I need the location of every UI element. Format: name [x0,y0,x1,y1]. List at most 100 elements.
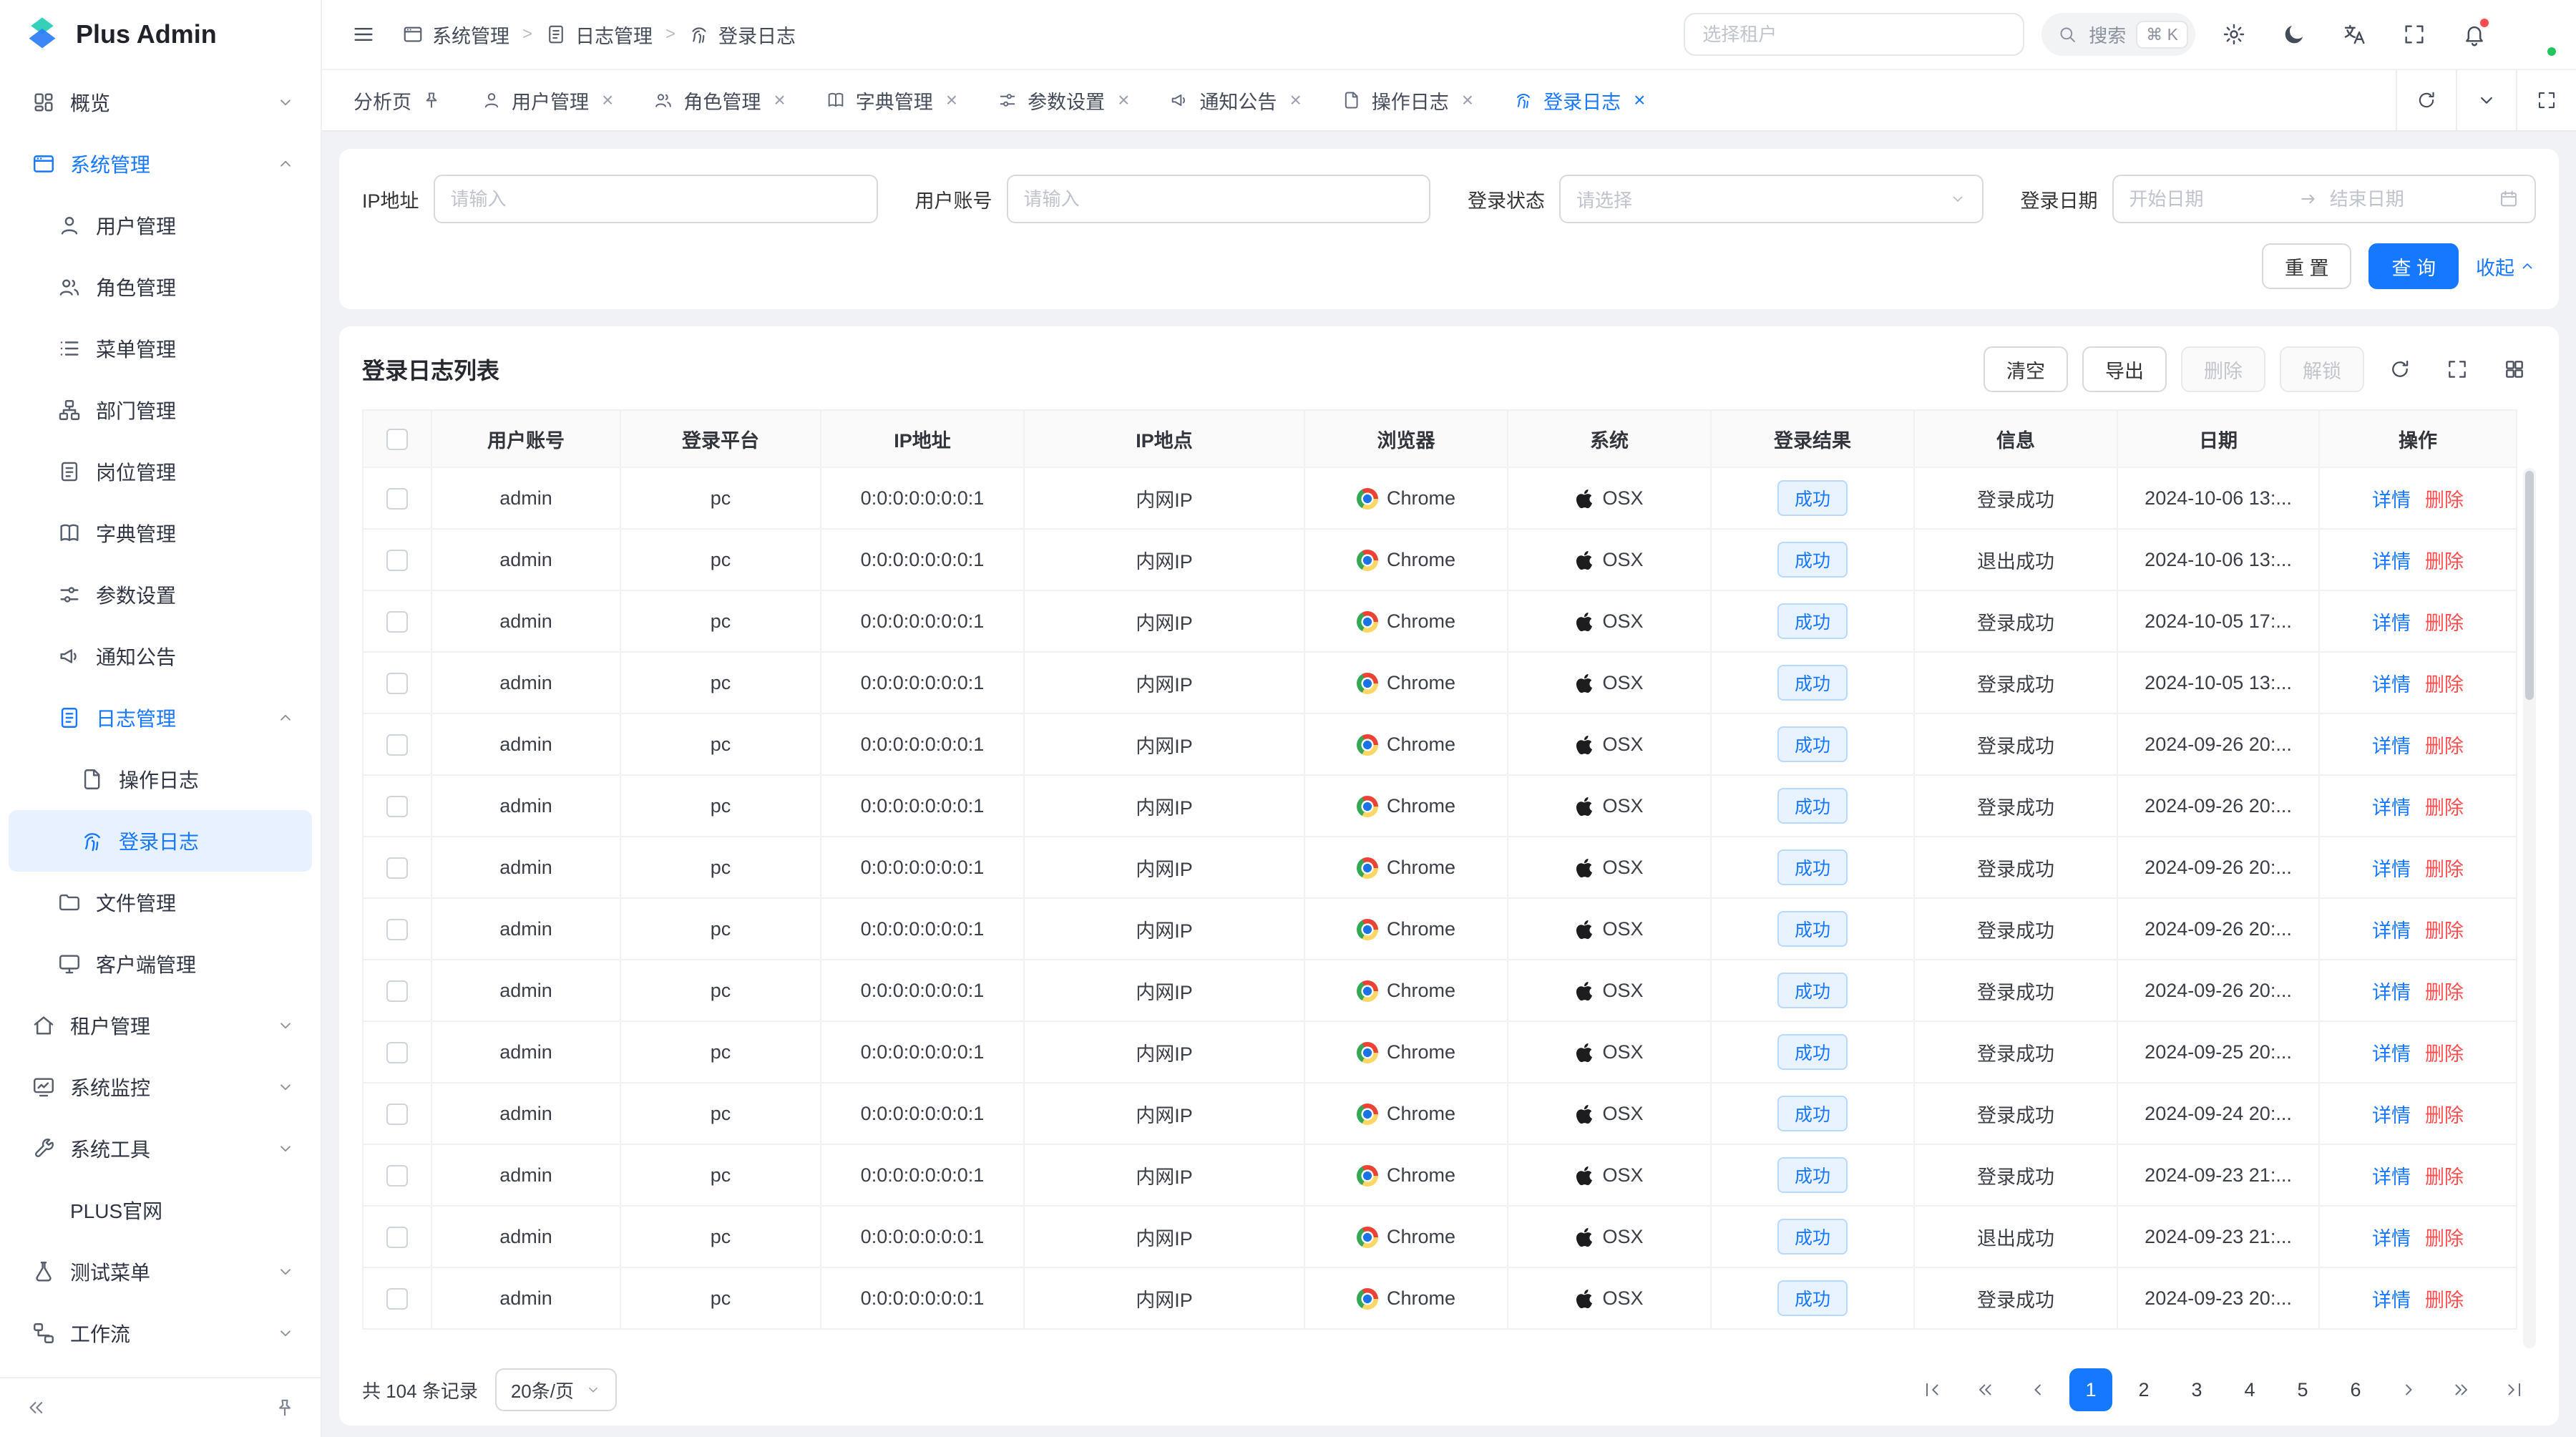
sidebar-item-5[interactable]: 部门管理 [9,379,312,441]
tab-3[interactable]: 字典管理× [806,70,977,130]
sidebar-item-9[interactable]: 通知公告 [9,625,312,687]
detail-link[interactable]: 详情 [2372,551,2411,573]
delete-link[interactable]: 删除 [2425,797,2464,819]
hamburger-icon[interactable] [342,13,385,56]
detail-link[interactable]: 详情 [2372,1166,2411,1188]
sidebar-item-11[interactable]: 操作日志 [9,749,312,810]
detail-link[interactable]: 详情 [2372,489,2411,511]
delete-link[interactable]: 删除 [2425,674,2464,696]
close-icon[interactable]: × [1118,90,1129,110]
delete-link[interactable]: 删除 [2425,1043,2464,1065]
delete-button[interactable]: 删除 [2181,346,2265,392]
delete-link[interactable]: 删除 [2425,982,2464,1003]
row-checkbox[interactable] [386,611,408,633]
delete-link[interactable]: 删除 [2425,1166,2464,1188]
sidebar-item-3[interactable]: 角色管理 [9,256,312,318]
row-checkbox[interactable] [386,673,408,694]
tab-4[interactable]: 参数设置× [977,70,1149,130]
unlock-button[interactable]: 解锁 [2280,346,2364,392]
detail-link[interactable]: 详情 [2372,1043,2411,1065]
ip-input[interactable] [434,175,878,223]
detail-link[interactable]: 详情 [2372,1228,2411,1250]
column-settings-grid-icon[interactable] [2493,348,2536,391]
close-icon[interactable]: × [1289,90,1301,110]
row-checkbox[interactable] [386,857,408,879]
row-checkbox[interactable] [386,796,408,817]
export-button[interactable]: 导出 [2082,346,2167,392]
reset-button[interactable]: 重 置 [2262,243,2352,289]
tabs-dropdown-chevron-icon[interactable] [2456,70,2516,130]
date-start-input[interactable] [2129,188,2287,210]
settings-gear-icon[interactable] [2212,13,2255,56]
row-checkbox[interactable] [386,1288,408,1310]
refresh-table-icon[interactable] [2379,348,2421,391]
delete-link[interactable]: 删除 [2425,1228,2464,1250]
delete-link[interactable]: 删除 [2425,1290,2464,1311]
sidebar-item-12[interactable]: 登录日志 [9,810,312,872]
fullscreen-icon[interactable] [2393,13,2436,56]
sidebar-item-19[interactable]: 测试菜单 [9,1241,312,1302]
close-icon[interactable]: × [946,90,957,110]
sidebar-item-14[interactable]: 客户端管理 [9,933,312,995]
detail-link[interactable]: 详情 [2372,797,2411,819]
user-avatar[interactable] [2513,13,2556,56]
close-icon[interactable]: × [774,90,785,110]
search-button[interactable]: 搜索 ⌘ K [2041,13,2195,56]
sidebar-item-8[interactable]: 参数设置 [9,564,312,625]
page-button-1[interactable]: 1 [2069,1368,2112,1411]
translate-icon[interactable] [2333,13,2376,56]
page-button-2[interactable]: 2 [2122,1368,2165,1411]
tab-7[interactable]: 登录日志× [1493,70,1665,130]
date-range-picker[interactable] [2112,175,2537,223]
sidebar-item-13[interactable]: 文件管理 [9,872,312,933]
detail-link[interactable]: 详情 [2372,859,2411,880]
tab-5[interactable]: 通知公告× [1149,70,1321,130]
page-size-select[interactable]: 20条/页 [495,1368,617,1411]
query-button[interactable]: 查 询 [2368,243,2459,289]
next-5-pages-button[interactable] [2440,1368,2483,1411]
tab-2[interactable]: 角色管理× [633,70,805,130]
tab-1[interactable]: 用户管理× [462,70,633,130]
breadcrumb-item-1[interactable]: 日志管理 [545,21,653,49]
detail-link[interactable]: 详情 [2372,1290,2411,1311]
prev-5-pages-button[interactable] [1963,1368,2006,1411]
sidebar-item-10[interactable]: 日志管理 [9,687,312,749]
content-fullscreen-icon[interactable] [2516,70,2576,130]
delete-link[interactable]: 删除 [2425,859,2464,880]
close-icon[interactable]: × [1634,90,1645,110]
collapse-filters-link[interactable]: 收起 [2476,253,2536,281]
dark-mode-moon-icon[interactable] [2273,13,2316,56]
page-button-5[interactable]: 5 [2281,1368,2324,1411]
table-fullscreen-icon[interactable] [2436,348,2479,391]
next-page-button[interactable] [2387,1368,2430,1411]
close-icon[interactable]: × [602,90,613,110]
first-page-button[interactable] [1911,1368,1953,1411]
delete-link[interactable]: 删除 [2425,613,2464,634]
detail-link[interactable]: 详情 [2372,613,2411,634]
sidebar-item-18[interactable]: PLUS官网 [9,1179,312,1241]
sidebar-item-0[interactable]: 概览 [9,72,312,133]
date-end-input[interactable] [2330,188,2487,210]
detail-link[interactable]: 详情 [2372,1105,2411,1126]
page-button-6[interactable]: 6 [2334,1368,2377,1411]
select-all-checkbox[interactable] [386,429,408,450]
row-checkbox[interactable] [386,1227,408,1248]
pin-sidebar-icon[interactable] [266,1389,303,1426]
table-scrollbar[interactable] [2523,468,2536,1348]
sidebar-item-2[interactable]: 用户管理 [9,195,312,256]
row-checkbox[interactable] [386,1042,408,1063]
row-checkbox[interactable] [386,1165,408,1187]
detail-link[interactable]: 详情 [2372,736,2411,757]
sidebar-item-4[interactable]: 菜单管理 [9,318,312,379]
sidebar-item-7[interactable]: 字典管理 [9,502,312,564]
sidebar-item-16[interactable]: 系统监控 [9,1056,312,1118]
sidebar-item-6[interactable]: 岗位管理 [9,441,312,502]
account-input[interactable] [1007,175,1431,223]
delete-link[interactable]: 删除 [2425,736,2464,757]
tab-6[interactable]: 操作日志× [1322,70,1493,130]
pin-icon[interactable] [421,90,441,110]
row-checkbox[interactable] [386,488,408,510]
page-button-3[interactable]: 3 [2175,1368,2218,1411]
detail-link[interactable]: 详情 [2372,920,2411,942]
sidebar-item-17[interactable]: 系统工具 [9,1118,312,1179]
